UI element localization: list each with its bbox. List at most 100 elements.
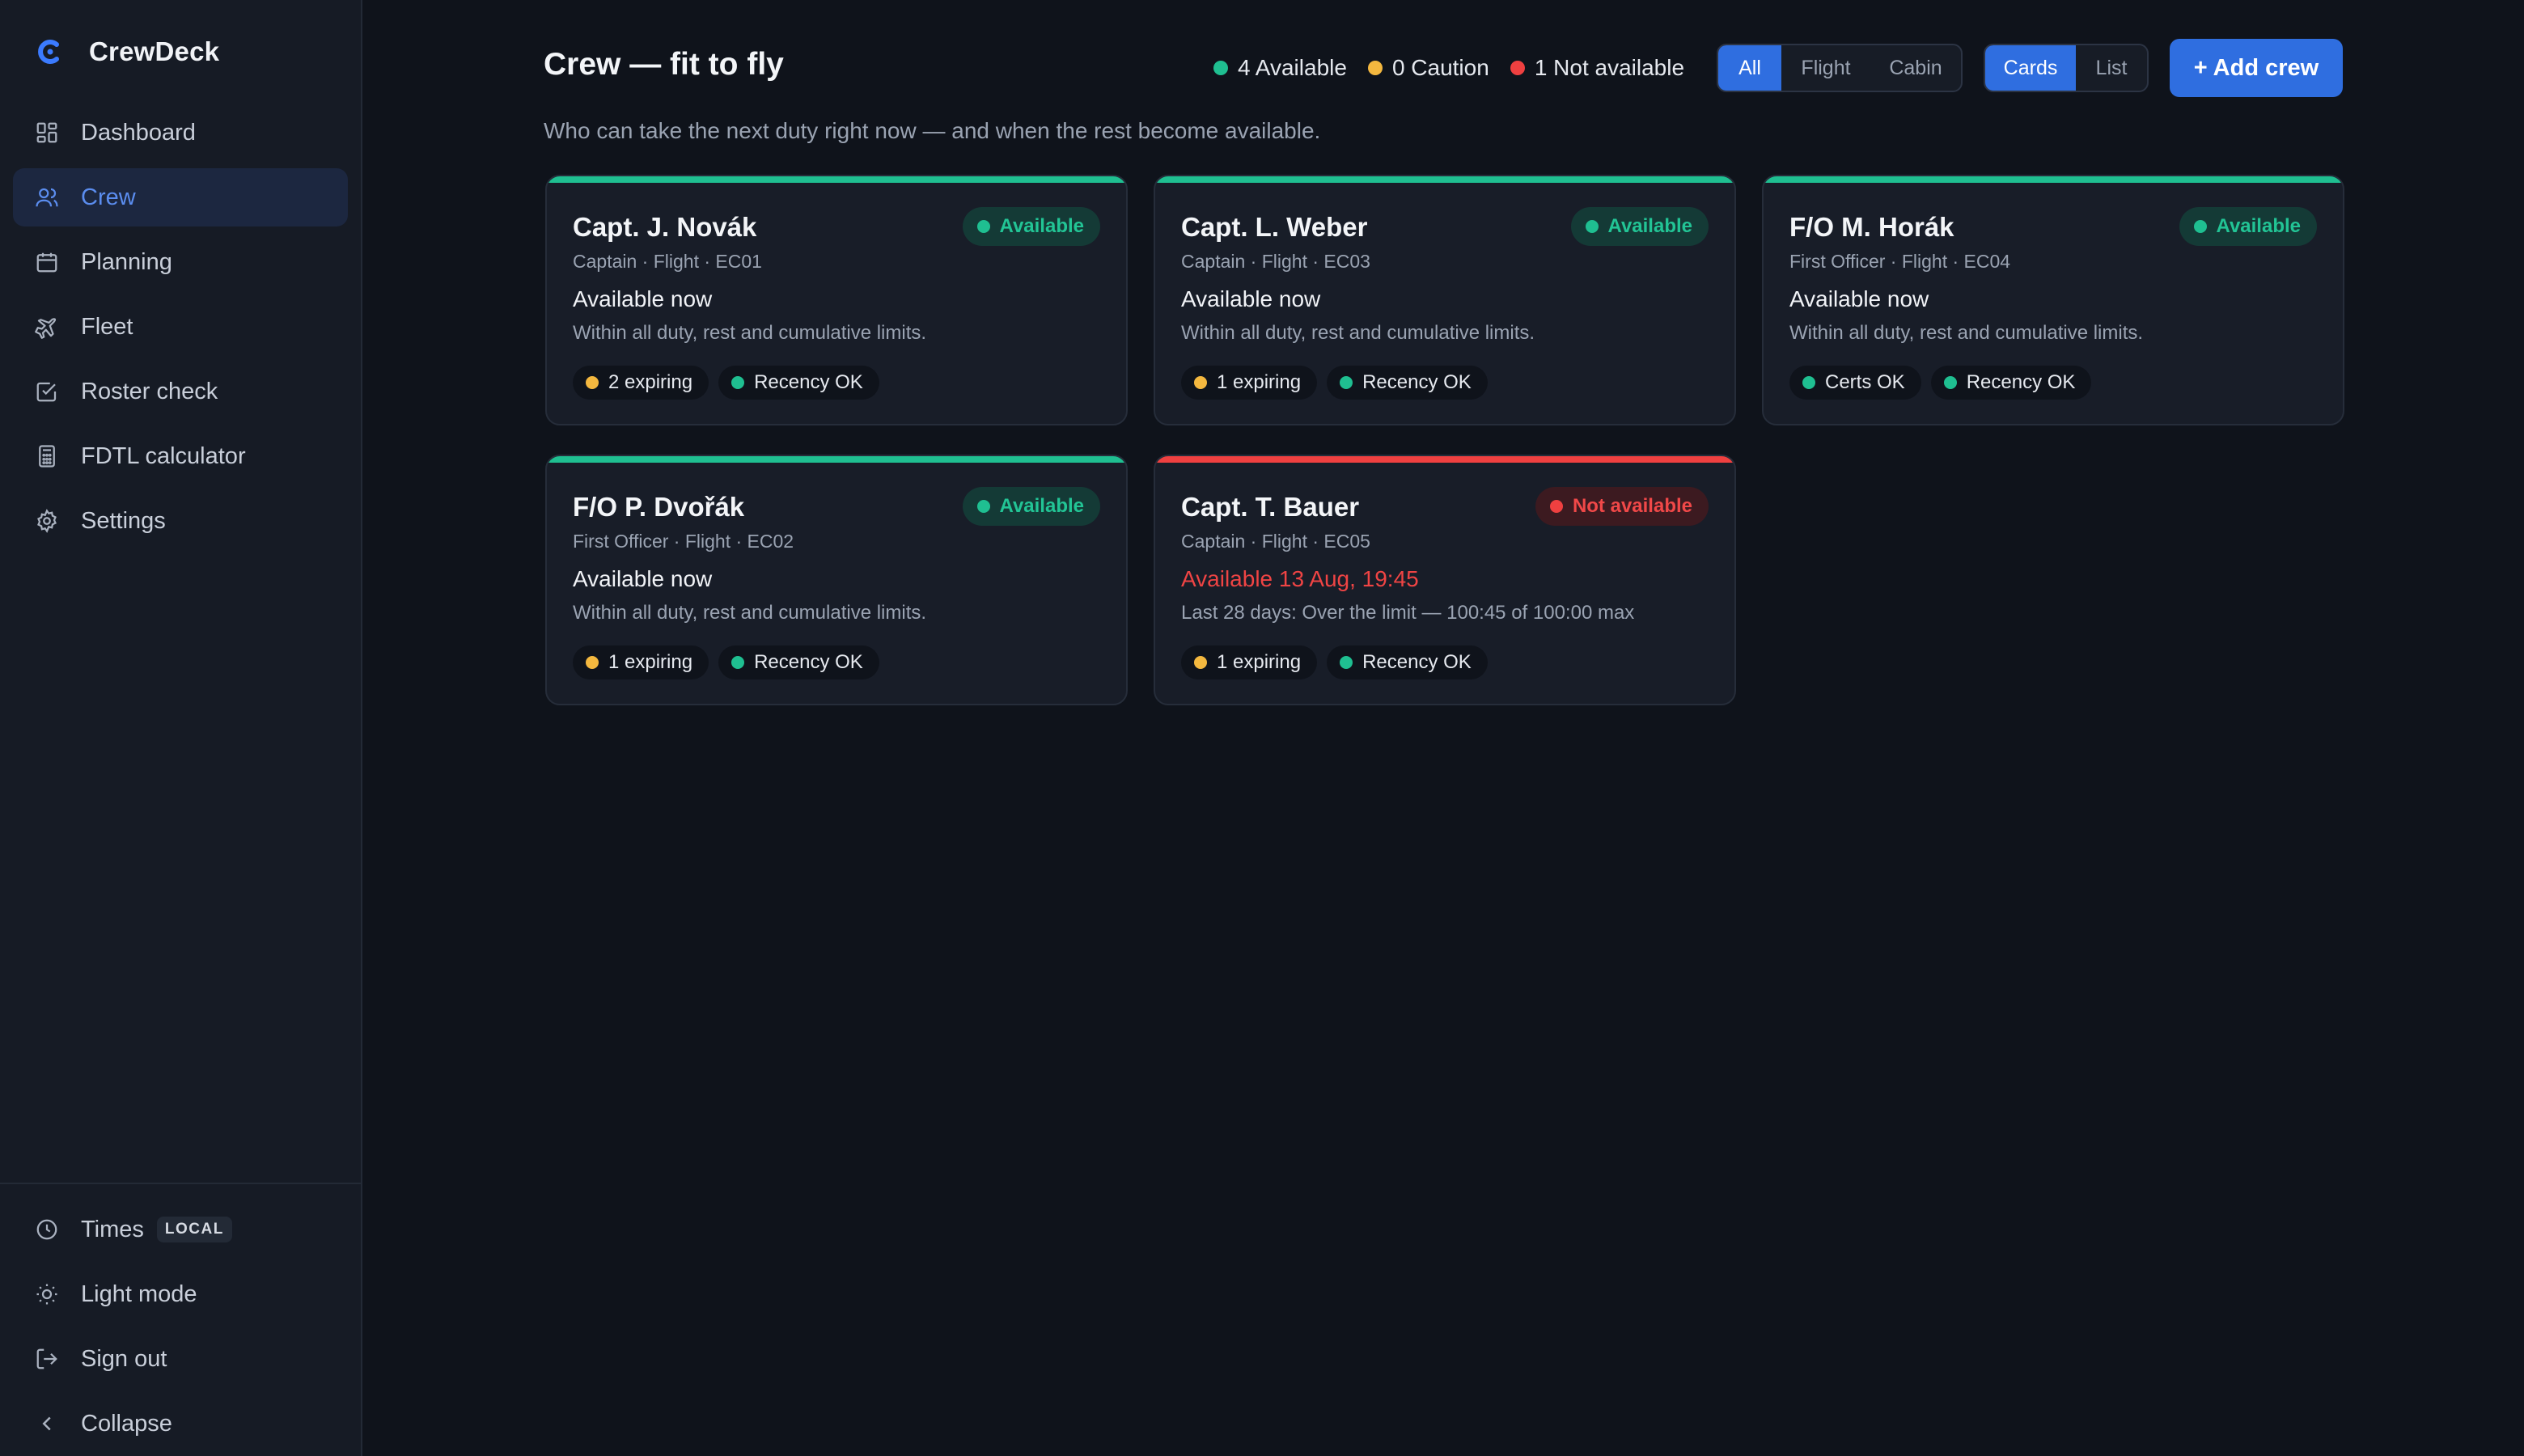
green-dot-icon — [731, 376, 745, 389]
chip-row: 1 expiring Recency OK — [1181, 366, 1497, 400]
filter-cabin[interactable]: Cabin — [1870, 45, 1961, 91]
summary-available-text: 4 Available — [1238, 55, 1347, 80]
chip-label: Recency OK — [754, 371, 863, 393]
recency-chip: Recency OK — [718, 366, 879, 400]
crew-card[interactable]: Capt. J. Novák Captain · Flight · EC01 A… — [545, 175, 1128, 425]
status-badge: Available — [1570, 207, 1709, 246]
status-summary: 4 Available 0 Caution 1 Not available — [1213, 52, 1705, 84]
chip-row: 1 expiring Recency OK — [573, 645, 889, 679]
status-badge-label: Available — [1607, 215, 1693, 237]
sidebar-item-settings[interactable]: Settings — [13, 492, 348, 550]
recency-chip: Recency OK — [718, 645, 879, 679]
sidebar-nav: Dashboard Crew Planning Fleet Roster che… — [13, 104, 348, 557]
crew-name: Capt. J. Novák — [573, 212, 757, 242]
sidebar-item-label: FDTL calculator — [81, 442, 246, 469]
status-dot-icon — [976, 220, 990, 233]
certs-chip: Certs OK — [1789, 366, 1921, 400]
crew-name: Capt. L. Weber — [1181, 212, 1368, 242]
chip-label: 1 expiring — [1217, 651, 1302, 673]
collapse-label: Collapse — [81, 1410, 172, 1437]
green-dot-icon — [1802, 376, 1815, 389]
crew-meta: First Officer · Flight · EC04 — [1789, 251, 2011, 272]
status-badge: Available — [2179, 207, 2317, 246]
chip-label: 1 expiring — [1217, 371, 1302, 393]
chip-label: Certs OK — [1825, 371, 1905, 393]
timezone-badge: LOCAL — [156, 1217, 232, 1242]
summary-not-available: 1 Not available — [1510, 55, 1684, 81]
sidebar: CrewDeck Dashboard Crew Planning Fleet R… — [0, 0, 362, 1456]
status-stripe — [1155, 456, 1734, 463]
certs-chip: 1 expiring — [573, 645, 709, 679]
crewdeck-logo-icon — [32, 34, 68, 70]
sidebar-item-label: Settings — [81, 507, 166, 534]
crew-meta: Captain · Flight · EC01 — [573, 251, 762, 272]
availability-detail: Within all duty, rest and cumulative lim… — [1181, 322, 1535, 344]
light-mode-toggle[interactable]: Light mode — [13, 1265, 348, 1323]
crew-type-filter: All Flight Cabin — [1717, 44, 1963, 92]
amber-dot-icon — [1367, 61, 1383, 75]
red-dot-icon — [1510, 61, 1525, 75]
add-crew-button[interactable]: + Add crew — [2170, 39, 2343, 97]
availability-text: Available 13 Aug, 19:45 — [1181, 566, 1419, 591]
amber-dot-icon — [1194, 376, 1207, 389]
sidebar-item-label: Planning — [81, 248, 172, 275]
sidebar-item-label: Fleet — [81, 313, 133, 340]
sidebar-footer: Times LOCAL Light mode Sign out Collapse — [0, 1183, 361, 1456]
view-toggle: Cards List — [1984, 44, 2149, 92]
status-badge: Available — [962, 487, 1100, 526]
certs-chip: 2 expiring — [573, 366, 709, 400]
chip-row: 2 expiring Recency OK — [573, 366, 889, 400]
chip-label: Recency OK — [1966, 371, 2076, 393]
filter-all[interactable]: All — [1718, 45, 1781, 91]
sidebar-item-dashboard[interactable]: Dashboard — [13, 104, 348, 162]
crew-card[interactable]: F/O M. Horák First Officer · Flight · EC… — [1762, 175, 2344, 425]
availability-text: Available now — [1789, 286, 1929, 311]
sidebar-item-crew[interactable]: Crew — [13, 168, 348, 226]
view-list[interactable]: List — [2076, 45, 2147, 91]
status-stripe — [547, 176, 1126, 183]
availability-detail: Within all duty, rest and cumulative lim… — [573, 322, 927, 344]
status-badge: Not available — [1535, 487, 1709, 526]
status-stripe — [547, 456, 1126, 463]
summary-caution-text: 0 Caution — [1391, 55, 1489, 80]
times-label: Times — [81, 1216, 144, 1242]
crew-card[interactable]: F/O P. Dvořák First Officer · Flight · E… — [545, 455, 1128, 705]
status-badge-label: Available — [999, 215, 1085, 237]
view-cards[interactable]: Cards — [1985, 45, 2076, 91]
status-badge-label: Not available — [1572, 495, 1692, 517]
status-stripe — [1764, 176, 2343, 183]
crew-card[interactable]: Capt. T. Bauer Captain · Flight · EC05 N… — [1154, 455, 1736, 705]
collapse-sidebar-button[interactable]: Collapse — [13, 1395, 348, 1453]
crew-card[interactable]: Capt. L. Weber Captain · Flight · EC03 A… — [1154, 175, 1736, 425]
crew-meta: First Officer · Flight · EC02 — [573, 531, 794, 552]
page-subtitle: Who can take the next duty right now — a… — [544, 118, 1321, 143]
crew-meta: Captain · Flight · EC03 — [1181, 251, 1370, 272]
certs-chip: 1 expiring — [1181, 645, 1318, 679]
availability-detail: Within all duty, rest and cumulative lim… — [573, 602, 927, 624]
chip-row: Certs OK Recency OK — [1789, 366, 2101, 400]
sign-out-icon — [32, 1344, 61, 1373]
green-dot-icon — [1213, 61, 1228, 75]
summary-caution: 0 Caution — [1367, 55, 1489, 81]
calculator-icon — [32, 442, 61, 471]
summary-available: 4 Available — [1213, 55, 1347, 81]
chip-label: 1 expiring — [608, 651, 693, 673]
sidebar-item-planning[interactable]: Planning — [13, 233, 348, 291]
sidebar-item-fdtl-calculator[interactable]: FDTL calculator — [13, 427, 348, 485]
light-mode-label: Light mode — [81, 1280, 197, 1307]
sign-out-button[interactable]: Sign out — [13, 1330, 348, 1388]
times-setting[interactable]: Times LOCAL — [13, 1200, 348, 1259]
sidebar-item-label: Dashboard — [81, 119, 196, 146]
brand[interactable]: CrewDeck — [32, 34, 219, 70]
recency-chip: Recency OK — [1327, 645, 1488, 679]
clock-icon — [32, 1215, 61, 1244]
sidebar-item-fleet[interactable]: Fleet — [13, 298, 348, 356]
status-badge-label: Available — [2216, 215, 2302, 237]
availability-detail: Last 28 days: Over the limit — 100:45 of… — [1181, 602, 1635, 624]
sidebar-item-roster-check[interactable]: Roster check — [13, 362, 348, 421]
availability-text: Available now — [1181, 286, 1321, 311]
certs-chip: 1 expiring — [1181, 366, 1318, 400]
checkbox-icon — [32, 377, 61, 406]
filter-flight[interactable]: Flight — [1781, 45, 1870, 91]
crew-name: F/O P. Dvořák — [573, 492, 745, 522]
